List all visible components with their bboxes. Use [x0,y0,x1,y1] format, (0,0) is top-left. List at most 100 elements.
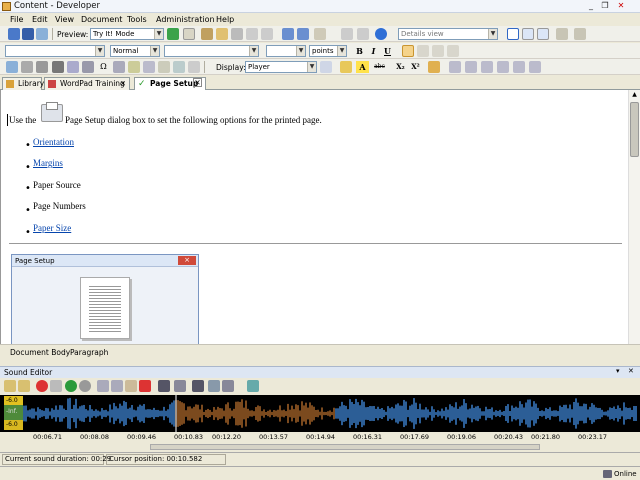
underline-icon[interactable]: U [381,45,394,57]
zoom-icon[interactable] [208,380,220,392]
export-sound-icon[interactable] [18,380,30,392]
menu-edit[interactable]: Edit [32,15,48,24]
status-paragraph[interactable]: Paragraph [70,348,108,357]
link-icon[interactable] [261,28,273,40]
vertical-scrollbar[interactable]: ▲ [628,90,640,344]
font-color-icon[interactable] [340,61,352,73]
document-editor[interactable]: Use the Page Setup dialog box to set the… [0,90,628,344]
font-name-select[interactable]: ▼ [5,45,105,57]
undo-icon[interactable] [282,28,294,40]
align-left-icon[interactable] [402,45,414,57]
stop-icon[interactable] [79,380,91,392]
align-center-icon[interactable] [417,45,429,57]
spell-check-icon[interactable] [341,28,353,40]
insert-frame-icon[interactable] [188,61,200,73]
insert-table-icon[interactable] [67,61,79,73]
justify-icon[interactable] [447,45,459,57]
close-tab-icon[interactable]: ✕ [193,78,202,87]
redo-icon[interactable] [297,28,309,40]
strikethrough-icon[interactable]: abc [373,61,386,73]
menu-document[interactable]: Document [81,15,122,24]
menu-view[interactable]: View [55,15,74,24]
paste-icon[interactable] [125,380,137,392]
insert-line-icon[interactable] [143,61,155,73]
cut-icon[interactable] [201,28,213,40]
insert-object-icon[interactable] [113,61,125,73]
fit-icon[interactable] [158,380,170,392]
close-icon[interactable]: ✕ [616,2,626,11]
help-icon[interactable] [375,28,387,40]
scroll-up-icon[interactable]: ▲ [630,91,639,100]
preview-mode-select[interactable]: Try It! Mode ▼ [90,28,164,40]
display-settings-icon[interactable] [320,61,332,73]
display-select[interactable]: Player ▼ [245,61,317,73]
edit-sound-icon[interactable] [50,380,62,392]
replace-icon[interactable] [357,28,369,40]
numbering-icon[interactable] [465,61,477,73]
style-select[interactable]: Normal ▼ [110,45,160,57]
restore-icon[interactable]: ❐ [600,2,610,11]
insert-break-icon[interactable] [158,61,170,73]
italic-icon[interactable]: I [367,45,380,57]
minimize-icon[interactable]: _ [586,2,596,11]
delete-icon[interactable] [139,380,151,392]
link-margins[interactable]: Margins [33,158,63,168]
crop-icon[interactable] [192,380,204,392]
insert-video-icon[interactable] [21,61,33,73]
align-right-icon[interactable] [432,45,444,57]
tab-wordpad-training[interactable]: WordPad Training ✕ [44,77,130,90]
view-mode-select[interactable]: Details view ▼ [398,28,498,40]
trim-icon[interactable] [174,380,186,392]
eraser-icon[interactable] [428,61,440,73]
close-tab-icon[interactable]: ✕ [120,78,126,89]
paste-icon[interactable] [216,28,228,40]
layout-three-icon[interactable] [537,28,549,40]
menu-tools[interactable]: Tools [127,15,147,24]
window-icon[interactable] [556,28,568,40]
menu-file[interactable]: File [10,15,23,24]
settings-icon[interactable] [247,380,259,392]
omega-icon[interactable]: Ω [97,61,110,73]
preview-go-icon[interactable] [167,28,179,40]
tab-library[interactable]: Library [2,77,44,90]
size-unit-select[interactable]: points ▼ [309,45,347,57]
close-icon[interactable]: ✕ [628,367,634,375]
insert-chart-icon[interactable] [173,61,185,73]
copy-icon[interactable] [246,28,258,40]
link-orientation[interactable]: Orientation [33,137,74,147]
bold-icon[interactable]: B [353,45,366,57]
subscript-icon[interactable]: X₂ [394,61,407,73]
menu-administration[interactable]: Administration [156,15,215,24]
record-icon[interactable] [36,380,48,392]
link-paper-size[interactable]: Paper Size [33,223,71,233]
insert-field-icon[interactable] [82,61,94,73]
delete-icon[interactable] [231,28,243,40]
bullets-icon[interactable] [449,61,461,73]
insert-link-icon[interactable] [36,61,48,73]
horizontal-scrollbar[interactable] [150,444,540,450]
find-icon[interactable] [314,28,326,40]
sync-icon[interactable] [574,28,586,40]
tab-page-setup[interactable]: ✓ Page Setup ✕ [134,77,206,91]
waveform[interactable] [0,395,640,432]
properties-icon[interactable] [36,28,48,40]
highlight-icon[interactable]: A [356,61,369,73]
outdent-icon[interactable] [481,61,493,73]
status-document-body[interactable]: Document Body [10,348,70,357]
layout-two-icon[interactable] [522,28,534,40]
font-size-select[interactable]: ▼ [266,45,306,57]
font-family-select[interactable]: ▼ [164,45,259,57]
new-icon[interactable] [8,28,20,40]
play-icon[interactable] [65,380,77,392]
pin-icon[interactable]: ▾ [616,367,620,375]
layout-one-icon[interactable] [507,28,519,40]
paragraph-options-icon[interactable] [529,61,541,73]
insert-image-icon[interactable] [6,61,18,73]
copy-icon[interactable] [111,380,123,392]
insert-anchor-icon[interactable] [52,61,64,73]
indent-icon[interactable] [497,61,509,73]
cut-icon[interactable] [97,380,109,392]
menu-help[interactable]: Help [216,15,234,24]
save-icon[interactable] [22,28,34,40]
publish-icon[interactable] [183,28,195,40]
